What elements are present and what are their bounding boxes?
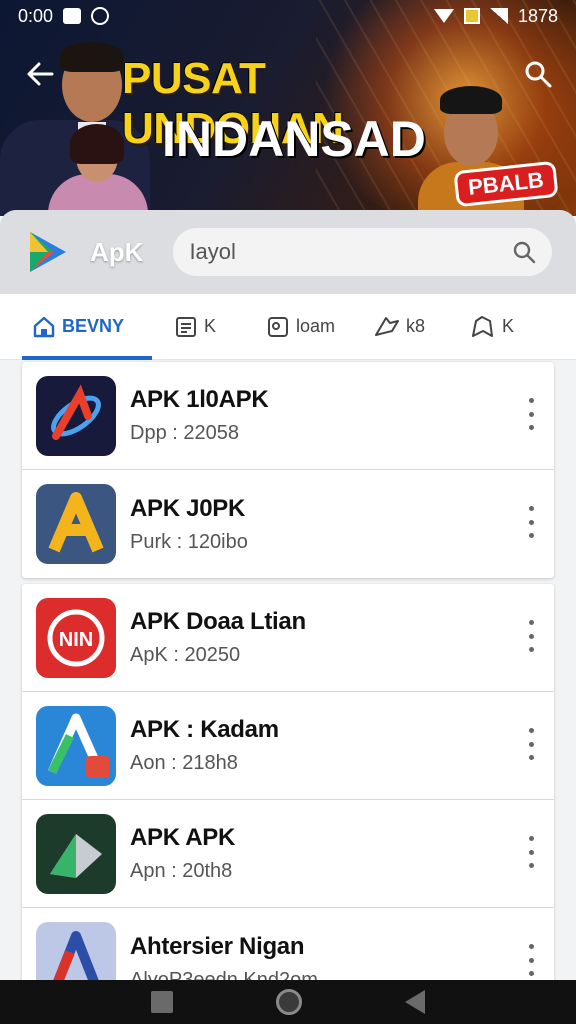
promo-banner[interactable]: PUSAT UNDOHAN INDANSAD PBALB	[0, 0, 576, 216]
banner-subtitle: INDANSAD	[162, 111, 426, 167]
app-icon	[36, 813, 116, 894]
app-title: APK Doaa Ltian	[130, 608, 306, 635]
arrow-left-icon	[27, 62, 54, 86]
app-icon	[36, 375, 116, 456]
tab-label: k8	[406, 316, 426, 336]
app-icon	[36, 705, 116, 786]
more-options-icon[interactable]	[526, 620, 536, 652]
back-button[interactable]	[22, 56, 58, 92]
tab-label: K	[502, 316, 515, 336]
system-nav-bar	[0, 980, 576, 1024]
more-options-icon[interactable]	[526, 836, 536, 868]
app-icon	[36, 484, 116, 564]
tab-media[interactable]: loam	[256, 294, 364, 360]
app-subtitle: Aon : 218h8	[130, 752, 238, 774]
list-item[interactable]: APK : Kadam Aon : 218h8	[22, 692, 554, 800]
tab-label: BEVNY	[62, 316, 125, 336]
app-card-group-2: NIN APK Doaa Ltian ApK : 20250 APK : Kad…	[22, 584, 554, 1016]
list-item[interactable]: APK J0PK Purk : 120ibo	[22, 470, 554, 578]
more-options-icon[interactable]	[526, 398, 536, 430]
app-name: ApK	[90, 236, 144, 267]
app-title: APK : Kadam	[130, 716, 279, 743]
home-icon	[33, 316, 55, 337]
list-item[interactable]: NIN APK Doaa Ltian ApK : 20250	[22, 584, 554, 692]
status-bar: 0:00 1878	[0, 0, 576, 32]
document-icon	[176, 316, 196, 337]
app-title: APK J0PK	[130, 494, 245, 522]
recents-button[interactable]	[151, 991, 174, 1013]
wifi-icon	[433, 9, 454, 23]
more-options-icon[interactable]	[526, 506, 536, 538]
tab-label: K	[204, 316, 217, 336]
notification-icon	[63, 8, 82, 24]
home-button[interactable]	[275, 989, 302, 1015]
search-input[interactable]	[189, 239, 490, 265]
banner-search-button[interactable]	[520, 56, 556, 92]
copyright-icon	[91, 7, 110, 25]
tab-home[interactable]: BEVNY	[22, 294, 164, 360]
list-item[interactable]: APK APK Apn : 20th8	[22, 800, 554, 908]
app-title: APK APK	[130, 824, 236, 851]
app-header: ApK	[0, 210, 576, 294]
signal-icon	[489, 8, 508, 24]
category-tabs: BEVNY K loam k8 K	[0, 294, 576, 360]
tab-label: loam	[296, 316, 336, 336]
app-card-group-1: APK 1l0APK Dpp : 22058 APK J0PK Purk : 1…	[22, 362, 554, 578]
app-subtitle: ApK : 20250	[130, 644, 241, 666]
image-icon	[268, 316, 288, 337]
app-title: APK 1l0APK	[130, 386, 269, 413]
tab-documents[interactable]: K	[164, 294, 256, 360]
search-bar[interactable]	[173, 228, 552, 276]
play-store-logo-icon	[24, 228, 72, 276]
more-options-icon[interactable]	[526, 728, 536, 760]
back-nav-button[interactable]	[404, 990, 425, 1014]
tab-bookmarks[interactable]: K	[460, 294, 540, 360]
app-subtitle: Purk : 120ibo	[130, 530, 248, 553]
app-icon: NIN	[36, 597, 116, 678]
tag-icon	[375, 316, 399, 336]
search-icon[interactable]	[512, 240, 536, 264]
app-title: Ahtersier Nigan	[130, 932, 305, 960]
bookmark-icon	[472, 315, 493, 337]
status-time: 0:00	[18, 5, 54, 26]
svg-text:NIN: NIN	[59, 629, 93, 651]
list-item[interactable]: APK 1l0APK Dpp : 22058	[22, 362, 554, 470]
app-subtitle: Apn : 20th8	[130, 860, 233, 882]
more-options-icon[interactable]	[526, 944, 536, 976]
app-subtitle: Dpp : 22058	[130, 422, 239, 444]
status-battery: 1878	[517, 5, 558, 26]
tab-tags[interactable]: k8	[364, 294, 460, 360]
battery-saver-icon	[463, 8, 480, 24]
search-icon	[525, 61, 552, 88]
